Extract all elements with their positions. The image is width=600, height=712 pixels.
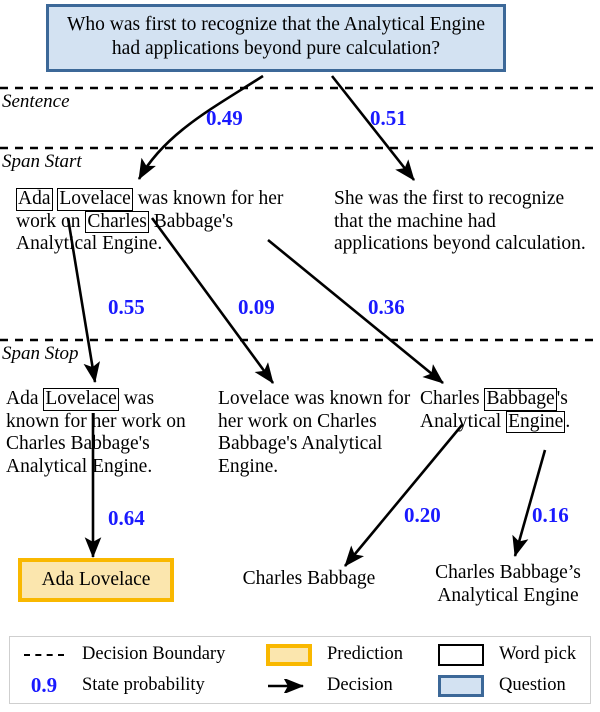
probability-value-icon: 0.9 (14, 673, 74, 698)
span-start-candidate-left: Ada Lovelace was known for her work on C… (6, 388, 186, 477)
legend-label-state-probability: State probability (82, 675, 205, 695)
boundary-label-sentence: Sentence (2, 91, 70, 112)
probability-sentence-left: 0.49 (206, 106, 243, 130)
word-pick: Charles (85, 210, 149, 234)
legend-item-word-pick: Word pick (431, 643, 596, 666)
legend-label-decision-boundary: Decision Boundary (82, 644, 226, 664)
legend-probability-sample: 0.9 (30, 673, 58, 697)
legend-item-prediction: Prediction (259, 643, 431, 666)
word-pick: Engine (506, 410, 566, 434)
prediction-box-icon (259, 643, 319, 666)
arrow-icon (259, 678, 319, 693)
dashed-line-icon (14, 653, 74, 656)
legend-item-state-probability: 0.9 State probability (14, 673, 259, 698)
question-box: Who was first to recognize that the Anal… (46, 4, 506, 72)
alternative-answer-1: Charles Babbage (242, 568, 376, 589)
legend-label-word-pick: Word pick (499, 644, 577, 664)
probability-start-left: 0.55 (108, 295, 145, 319)
boundary-label-span-stop: Span Stop (2, 343, 79, 364)
legend: Decision Boundary Prediction Word pick 0… (9, 636, 591, 704)
alternative-answer-2: Charles Babbage’s Analytical Engine (435, 562, 581, 606)
word-pick-box-icon (431, 643, 491, 666)
qa-decision-tree-figure: Who was first to recognize that the Anal… (0, 0, 600, 712)
legend-label-decision: Decision (327, 675, 393, 695)
sentence-candidate-left: Ada Lovelace was known for her work on C… (16, 188, 284, 255)
legend-item-decision: Decision (259, 675, 431, 696)
question-box-icon (431, 674, 491, 697)
word-pick: Babbage (484, 388, 557, 411)
sentence-candidate-right: She was the first to recognize that the … (334, 188, 586, 255)
legend-item-question: Question (431, 674, 596, 697)
word-pick: Lovelace (57, 188, 133, 211)
question-text: Who was first to recognize that the Anal… (66, 14, 486, 59)
span-start-candidate-right: Charles Babbage's Analytical Engine. (420, 388, 571, 434)
probability-stop-alternative-2: 0.16 (532, 503, 569, 527)
arrow-charles-to-right-candidate (267, 238, 444, 385)
legend-item-decision-boundary: Decision Boundary (14, 644, 259, 665)
prediction-answer-box: Ada Lovelace (18, 558, 174, 603)
probability-start-right: 0.36 (368, 295, 405, 319)
boundary-label-span-start: Span Start (2, 151, 82, 172)
probability-sentence-right: 0.51 (370, 106, 407, 130)
legend-label-prediction: Prediction (327, 644, 404, 664)
span-start-candidate-middle: Lovelace was known for her work on Charl… (218, 388, 411, 477)
legend-label-question: Question (499, 675, 566, 695)
probability-stop-alternative-1: 0.20 (404, 503, 441, 527)
arrow-question-to-left-sentence (137, 74, 264, 180)
word-pick: Lovelace (43, 388, 119, 411)
word-pick: Ada (16, 188, 53, 211)
probability-start-middle: 0.09 (238, 295, 275, 319)
probability-stop-prediction: 0.64 (108, 506, 145, 530)
